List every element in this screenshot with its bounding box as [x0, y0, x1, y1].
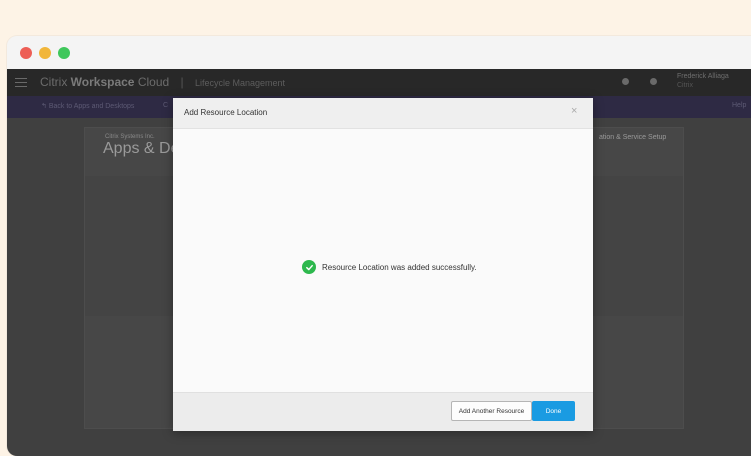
- chat-icon[interactable]: [622, 78, 629, 85]
- done-button[interactable]: Done: [532, 401, 575, 421]
- user-name: Frederick Alliaga: [677, 73, 729, 80]
- brand-title: Citrix Workspace Cloud | Lifecycle Manag…: [40, 75, 285, 89]
- back-link[interactable]: ↰ Back to Apps and Desktops: [41, 102, 134, 110]
- setup-link[interactable]: ation & Service Setup: [599, 134, 666, 141]
- add-another-resource-button[interactable]: Add Another Resource: [451, 401, 532, 421]
- add-resource-location-dialog: Add Resource Location × Resource Locatio…: [173, 98, 593, 431]
- menu-icon[interactable]: [15, 78, 27, 87]
- maximize-window-button[interactable]: [58, 47, 70, 59]
- success-text: Resource Location was added successfully…: [322, 262, 477, 272]
- back-link-label: Back to Apps and Desktops: [48, 103, 135, 110]
- user-org: Citrix: [677, 82, 693, 89]
- minimize-window-button[interactable]: [39, 47, 51, 59]
- dialog-footer: Add Another Resource Done: [173, 392, 593, 431]
- brand-prefix: Citrix: [40, 75, 71, 89]
- help-icon[interactable]: [650, 78, 657, 85]
- checkmark-icon: [302, 260, 316, 274]
- brand-bold: Workspace: [70, 75, 135, 89]
- close-window-button[interactable]: [20, 47, 32, 59]
- top-bar: Citrix Workspace Cloud | Lifecycle Manag…: [7, 69, 751, 96]
- dialog-title: Add Resource Location: [184, 108, 268, 117]
- window-chrome: [7, 36, 751, 69]
- dialog-header: Add Resource Location ×: [173, 98, 593, 129]
- brand-separator: |: [180, 75, 184, 89]
- brand-suffix: Cloud: [134, 75, 170, 89]
- close-icon[interactable]: ×: [571, 105, 577, 117]
- breadcrumb[interactable]: C: [163, 102, 168, 109]
- section-name: Lifecycle Management: [194, 78, 286, 88]
- help-link[interactable]: Help: [732, 102, 746, 109]
- success-message: Resource Location was added successfully…: [302, 260, 477, 274]
- user-menu[interactable]: Frederick Alliaga Citrix: [677, 72, 729, 90]
